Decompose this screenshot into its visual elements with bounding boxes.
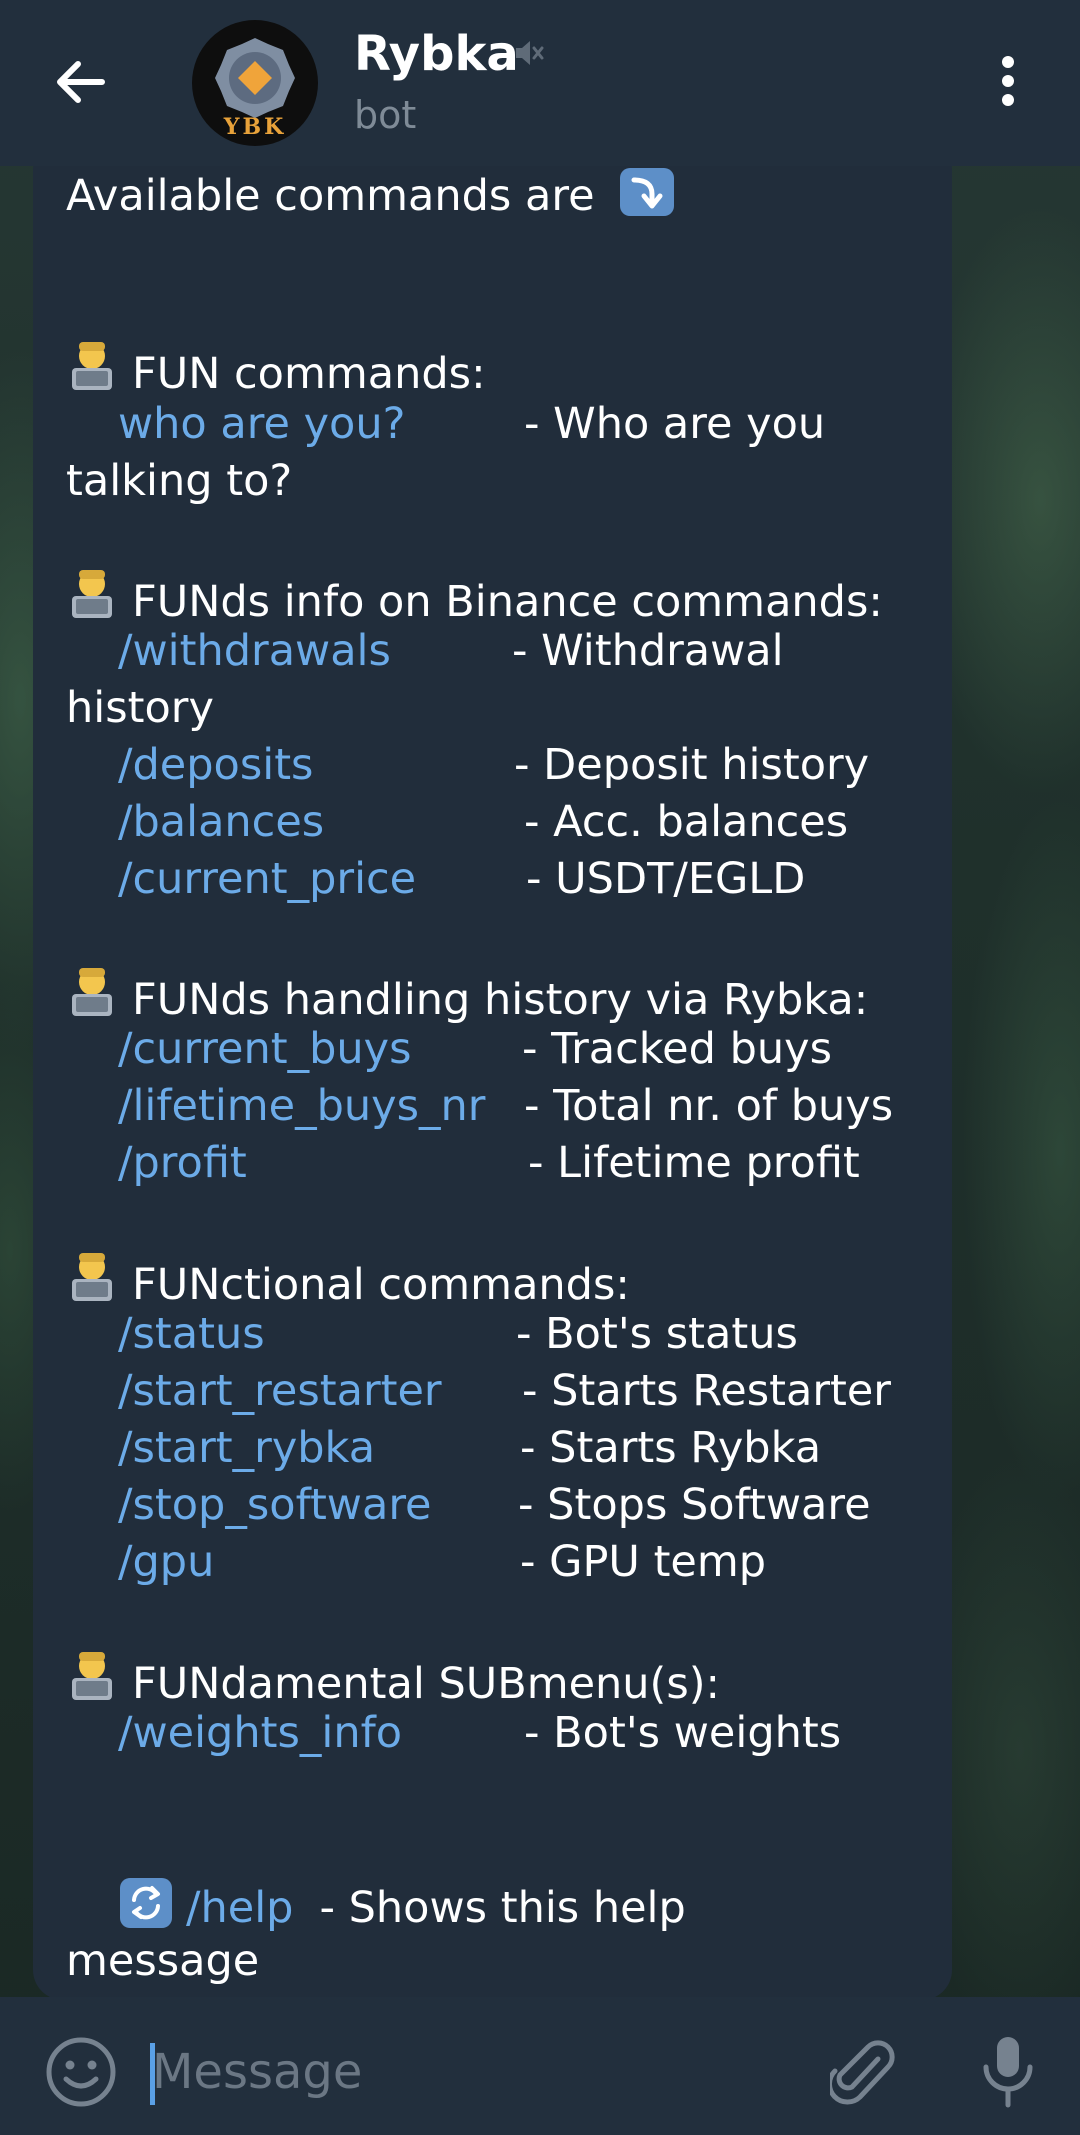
command-description: - Withdrawal xyxy=(512,626,784,676)
microphone-icon xyxy=(983,2037,1033,2108)
command-description-continuation: talking to? xyxy=(66,456,293,506)
command-link-weights-info[interactable]: /weights_info xyxy=(118,1705,402,1762)
command-link-start-restarter[interactable]: /start_restarter xyxy=(118,1363,442,1420)
command-link-withdrawals[interactable]: /withdrawals xyxy=(118,623,391,680)
avatar-logo-text: YBK xyxy=(223,114,287,140)
section-heading: FUNctional commands: xyxy=(66,1249,630,1314)
more-options-button[interactable] xyxy=(990,54,1026,114)
command-description: - Bot's status xyxy=(516,1309,798,1359)
command-link-status[interactable]: /status xyxy=(118,1306,265,1363)
message-input[interactable] xyxy=(152,2039,792,2105)
command-link-current-buys[interactable]: /current_buys xyxy=(118,1021,412,1078)
intro-line: Available commands are xyxy=(66,166,690,225)
command-link-start-rybka[interactable]: /start_rybka xyxy=(118,1420,375,1477)
smiley-icon xyxy=(46,2037,116,2107)
section-heading-text: FUNds handling history via Rybka: xyxy=(132,975,869,1025)
technologist-emoji-icon xyxy=(72,968,112,1016)
command-link-lifetime-buys-nr[interactable]: /lifetime_buys_nr xyxy=(118,1078,485,1135)
intro-text: Available commands are xyxy=(66,171,595,221)
attach-button[interactable] xyxy=(827,2037,896,2109)
paperclip-icon xyxy=(827,2040,895,2105)
command-description: - Tracked buys xyxy=(522,1024,832,1074)
more-vertical-icon xyxy=(1002,56,1014,106)
command-link-help[interactable]: /help xyxy=(186,1883,293,1933)
voice-message-button[interactable] xyxy=(978,2033,1038,2113)
technologist-emoji-icon xyxy=(72,570,112,618)
command-text[interactable]: who are you? xyxy=(118,396,405,453)
command-description: - Deposit history xyxy=(514,740,870,790)
command-description: - Bot's weights xyxy=(524,1708,842,1758)
technologist-emoji-icon xyxy=(72,1652,112,1700)
arrow-down-emoji-icon xyxy=(620,168,675,216)
command-description: - Lifetime profit xyxy=(528,1138,860,1188)
refresh-emoji-icon xyxy=(120,1878,172,1928)
chat-title[interactable]: Rybka xyxy=(354,24,519,84)
command-link-deposits[interactable]: /deposits xyxy=(118,737,313,794)
command-description-continuation: message xyxy=(66,1936,260,1986)
avatar[interactable]: YBK xyxy=(192,20,318,146)
section-heading-text: FUN commands: xyxy=(132,349,486,399)
section-heading: FUNdamental SUBmenu(s): xyxy=(66,1648,720,1713)
command-link-current-price[interactable]: /current_price xyxy=(118,851,416,908)
section-heading: FUNds info on Binance commands: xyxy=(66,566,883,631)
command-link-balances[interactable]: /balances xyxy=(118,794,324,851)
command-description-continuation: history xyxy=(66,683,214,733)
command-link-profit[interactable]: /profit xyxy=(118,1135,247,1192)
command-link-gpu[interactable]: /gpu xyxy=(118,1534,214,1591)
mute-icon xyxy=(512,36,546,70)
command-description: - USDT/EGLD xyxy=(526,854,806,904)
back-button[interactable] xyxy=(52,52,112,112)
emoji-button[interactable] xyxy=(44,2035,118,2109)
command-description: - GPU temp xyxy=(520,1537,767,1587)
command-link-stop-software[interactable]: /stop_software xyxy=(118,1477,432,1534)
command-description: - Total nr. of buys xyxy=(524,1081,894,1131)
command-description: - Starts Rybka xyxy=(520,1423,822,1473)
command-description: - Starts Restarter xyxy=(522,1366,891,1416)
chat-subtitle: bot xyxy=(354,93,417,137)
section-heading-text: FUNctional commands: xyxy=(132,1260,630,1310)
section-heading: FUNds handling history via Rybka: xyxy=(66,964,868,1029)
technologist-emoji-icon xyxy=(72,1253,112,1301)
arrow-left-icon xyxy=(57,61,105,103)
section-heading: FUN commands: xyxy=(66,338,486,403)
message-composer xyxy=(0,1997,1080,2135)
command-description: - Acc. balances xyxy=(524,797,849,847)
section-heading-text: FUNds info on Binance commands: xyxy=(132,577,883,627)
command-description: - Stops Software xyxy=(518,1480,871,1530)
help-line: /help - Shows this help xyxy=(118,1876,686,1937)
chat-header: YBK Rybka bot xyxy=(0,0,1080,166)
command-description: - Who are you xyxy=(524,399,826,449)
section-heading-text: FUNdamental SUBmenu(s): xyxy=(132,1659,720,1709)
technologist-emoji-icon xyxy=(72,342,112,390)
command-description: - Shows this help xyxy=(319,1883,686,1933)
